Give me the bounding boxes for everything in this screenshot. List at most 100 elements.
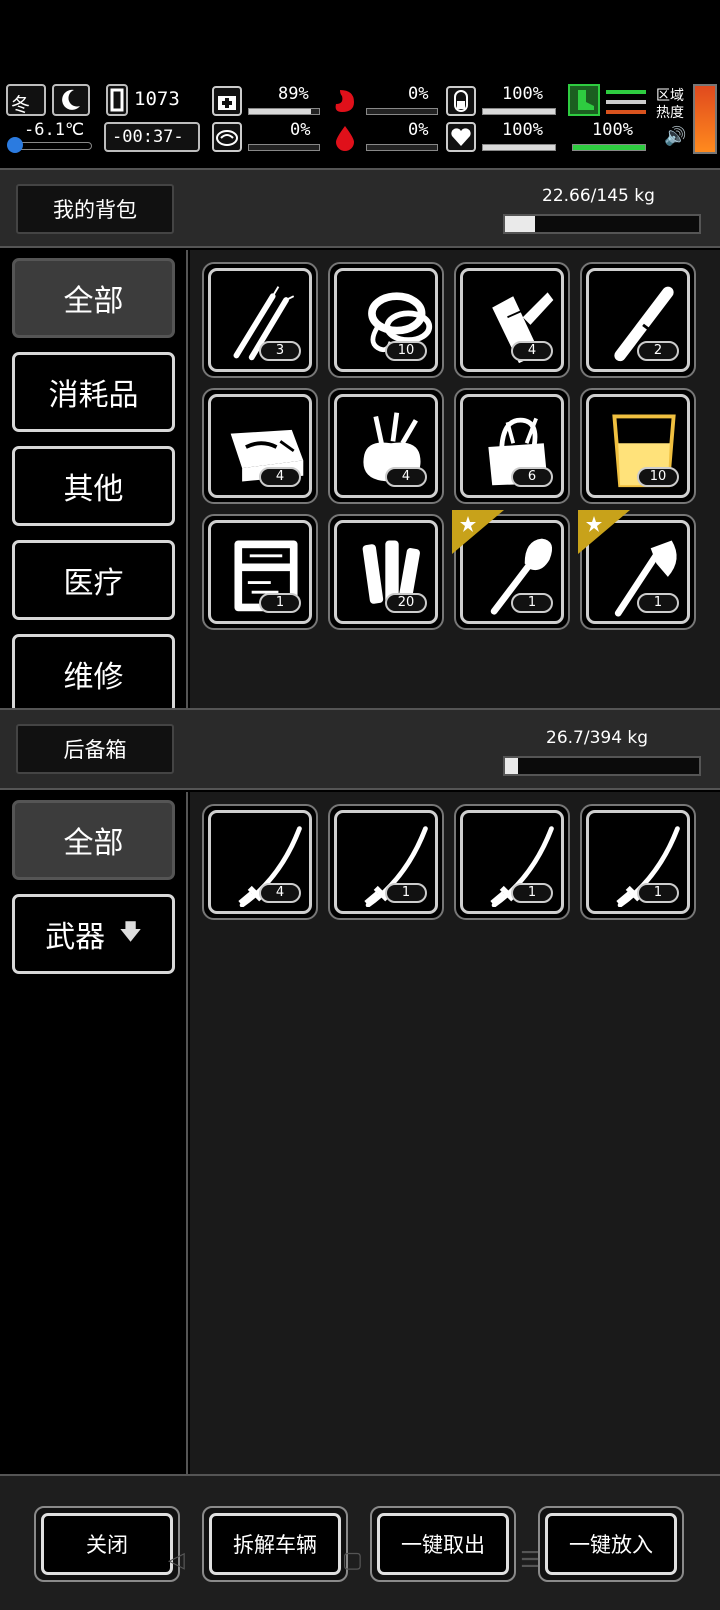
trunk-item-slot[interactable]: 1 bbox=[454, 804, 570, 920]
stomach-icon bbox=[330, 86, 360, 116]
backpack-item-slot[interactable]: 3 bbox=[202, 262, 318, 378]
put-all-button[interactable]: 一键放入 bbox=[538, 1506, 684, 1582]
category-label: 武器 bbox=[45, 920, 106, 955]
backpack-item-slot[interactable]: 4 bbox=[328, 388, 444, 504]
item-count-badge: 4 bbox=[511, 341, 553, 361]
backpack-category-tab[interactable]: 医疗 bbox=[12, 540, 175, 620]
item-count-badge: 4 bbox=[259, 883, 301, 903]
backpack-weight: 22.66/145 kg bbox=[542, 186, 655, 206]
arrow-down-icon: 🡇 bbox=[119, 920, 142, 945]
nav-menu-icon[interactable]: ☰ bbox=[520, 1548, 540, 1573]
backpack-category-tab[interactable]: 全部 bbox=[12, 258, 175, 338]
backpack-category-tab[interactable]: 其他 bbox=[12, 446, 175, 526]
backpack-item-slot[interactable]: 4 bbox=[454, 262, 570, 378]
slot-frame: 2 bbox=[586, 268, 690, 372]
season-box: 冬 bbox=[6, 84, 46, 116]
backpack-category-tab[interactable]: 维修 bbox=[12, 634, 175, 708]
energy-line-3 bbox=[606, 110, 646, 114]
item-count-badge: 4 bbox=[259, 467, 301, 487]
slot-frame: 1 bbox=[208, 520, 312, 624]
close-button[interactable]: 关闭 bbox=[34, 1506, 180, 1582]
zone-heat-meter bbox=[693, 84, 717, 154]
item-count-badge: 1 bbox=[637, 593, 679, 613]
nav-home-icon[interactable]: ▢ bbox=[342, 1548, 363, 1573]
backpack-item-slot[interactable]: 10 bbox=[580, 388, 696, 504]
medkit-icon bbox=[212, 86, 242, 116]
nav-back-icon[interactable]: ◁ bbox=[168, 1548, 185, 1573]
speaker-icon[interactable]: 🔊 bbox=[664, 126, 686, 147]
backpack-category-list[interactable]: 全部消耗品其他医疗维修 bbox=[0, 250, 188, 708]
status-bar: 冬 -6.1℃ 1073 -00:37- 89% 0% 0% 0% 100% 1… bbox=[0, 82, 720, 158]
stamina-icon bbox=[446, 86, 476, 116]
item-count-badge: 1 bbox=[385, 883, 427, 903]
stamina-pct: 100% bbox=[502, 84, 543, 104]
backpack-category-tab[interactable]: 消耗品 bbox=[12, 352, 175, 432]
slot-frame: 3 bbox=[208, 268, 312, 372]
backpack-item-slot[interactable]: 10 bbox=[328, 262, 444, 378]
energy-pct: 100% bbox=[592, 120, 633, 140]
day-counter: 1073 bbox=[134, 88, 180, 110]
mood-pct: 0% bbox=[290, 120, 311, 140]
category-label: 全部 bbox=[63, 826, 124, 861]
category-label: 消耗品 bbox=[48, 378, 139, 413]
take-all-button[interactable]: 一键取出 bbox=[370, 1506, 516, 1582]
category-label: 医疗 bbox=[63, 566, 124, 601]
dismantle-vehicle-button[interactable]: 拆解车辆 bbox=[202, 1506, 348, 1582]
backpack-item-slot[interactable]: 1 bbox=[578, 510, 696, 630]
close-button-label: 关闭 bbox=[41, 1513, 173, 1575]
backpack-weight-bar bbox=[503, 214, 701, 234]
item-count-badge: 20 bbox=[385, 593, 427, 613]
thirst-pct: 0% bbox=[408, 120, 429, 140]
stamina-bar bbox=[482, 108, 556, 115]
bottom-action-bar: 关闭 拆解车辆 一键取出 一键放入 bbox=[0, 1474, 720, 1610]
backpack-item-slot[interactable]: 1 bbox=[202, 514, 318, 630]
thirst-bar bbox=[366, 144, 438, 151]
brain-icon bbox=[212, 122, 242, 152]
item-count-badge: 10 bbox=[385, 341, 427, 361]
slot-frame: 4 bbox=[334, 394, 438, 498]
item-count-badge: 1 bbox=[259, 593, 301, 613]
trunk-item-slot[interactable]: 4 bbox=[202, 804, 318, 920]
thermometer-icon bbox=[7, 137, 23, 153]
trunk-item-grid: 4 1 1 1 bbox=[190, 792, 720, 1474]
star-badge-icon bbox=[578, 510, 630, 554]
category-label: 全部 bbox=[63, 284, 124, 319]
heart-pct: 100% bbox=[502, 120, 543, 140]
trunk-item-slot[interactable]: 1 bbox=[580, 804, 696, 920]
trunk-category-list[interactable]: 全部武器 🡇 bbox=[0, 792, 188, 1474]
item-count-badge: 1 bbox=[511, 593, 553, 613]
backpack-title: 我的背包 bbox=[16, 184, 174, 234]
backpack-item-slot[interactable]: 20 bbox=[328, 514, 444, 630]
season-label: 冬 bbox=[11, 94, 31, 116]
trunk-weight: 26.7/394 kg bbox=[546, 728, 649, 748]
item-count-badge: 2 bbox=[637, 341, 679, 361]
item-count-badge: 6 bbox=[511, 467, 553, 487]
moon-icon bbox=[52, 84, 90, 116]
item-count-badge: 1 bbox=[511, 883, 553, 903]
trunk-category-tab[interactable]: 武器 🡇 bbox=[12, 894, 175, 974]
dismantle-button-label: 拆解车辆 bbox=[209, 1513, 341, 1575]
slot-frame: 1 bbox=[460, 810, 564, 914]
boot-icon bbox=[568, 84, 600, 116]
item-count-badge: 4 bbox=[385, 467, 427, 487]
slot-frame: 4 bbox=[208, 810, 312, 914]
trunk-header: 后备箱 26.7/394 kg bbox=[0, 708, 720, 790]
zone-heat-label: 区域 热度 bbox=[656, 88, 684, 121]
backpack-item-slot[interactable]: 1 bbox=[452, 510, 570, 630]
trunk-weight-bar bbox=[503, 756, 701, 776]
health-bar bbox=[248, 108, 320, 115]
energy-line-2 bbox=[606, 100, 646, 104]
backpack-item-slot[interactable]: 2 bbox=[580, 262, 696, 378]
item-count-badge: 3 bbox=[259, 341, 301, 361]
trunk-item-slot[interactable]: 1 bbox=[328, 804, 444, 920]
temperature-bar bbox=[7, 137, 92, 153]
backpack-header: 我的背包 22.66/145 kg bbox=[0, 168, 720, 248]
backpack-item-slot[interactable]: 4 bbox=[202, 388, 318, 504]
backpack-item-slot[interactable]: 6 bbox=[454, 388, 570, 504]
energy-bar bbox=[572, 144, 646, 151]
hunger-bar bbox=[366, 108, 438, 115]
heart-icon bbox=[446, 122, 476, 152]
slot-frame: 4 bbox=[208, 394, 312, 498]
star-badge-icon bbox=[452, 510, 504, 554]
trunk-category-tab[interactable]: 全部 bbox=[12, 800, 175, 880]
